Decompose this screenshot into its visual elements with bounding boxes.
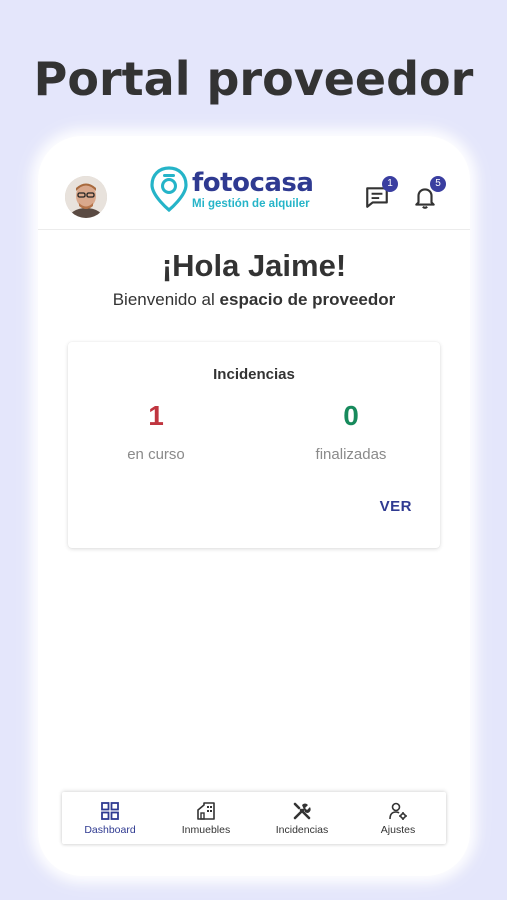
stat-in-progress: 1 en curso xyxy=(81,400,231,463)
avatar[interactable] xyxy=(65,176,107,218)
nav-label-incidencias: Incidencias xyxy=(275,824,329,836)
nav-item-dashboard[interactable]: Dashboard xyxy=(62,792,158,844)
greeting-title: ¡Hola Jaime! xyxy=(161,248,347,283)
nav-item-inmuebles[interactable]: Inmuebles xyxy=(158,792,254,844)
card-title: Incidencias xyxy=(213,366,295,383)
logo-subtitle: Mi gestión de alquiler xyxy=(192,198,310,210)
user-settings-icon xyxy=(389,802,407,820)
messages-button[interactable]: 1 xyxy=(364,176,398,210)
welcome-bold: espacio de proveedor xyxy=(219,290,396,309)
dashboard-icon xyxy=(101,802,119,820)
finished-count: 0 xyxy=(343,400,359,431)
welcome-prefix: Bienvenido al xyxy=(112,290,220,309)
welcome-text: Bienvenido al espacio de proveedor xyxy=(38,290,470,310)
tools-icon xyxy=(293,802,311,820)
bottom-nav: Dashboard Inmuebles Incidencias Ajustes xyxy=(62,792,446,844)
messages-badge: 1 xyxy=(382,176,398,192)
notifications-badge: 5 xyxy=(430,176,446,192)
nav-item-ajustes[interactable]: Ajustes xyxy=(350,792,446,844)
phone-frame: fotocasa Mi gestión de alquiler 1 5 ¡Hol… xyxy=(38,136,470,876)
nav-label-ajustes: Ajustes xyxy=(380,824,416,836)
promo-title: Portal proveedor xyxy=(33,52,474,106)
logo-text: fotocasa xyxy=(192,168,314,198)
nav-label-dashboard: Dashboard xyxy=(84,824,136,836)
nav-label-inmuebles: Inmuebles xyxy=(181,824,231,836)
app-header: fotocasa Mi gestión de alquiler 1 5 xyxy=(38,136,470,230)
in-progress-count: 1 xyxy=(148,400,164,431)
incidencias-card: Incidencias 1 en curso 0 finalizadas VER xyxy=(68,342,440,548)
stat-finished: 0 finalizadas xyxy=(276,400,426,463)
location-pin-logo-icon xyxy=(150,166,188,212)
building-icon xyxy=(197,802,215,820)
nav-item-incidencias[interactable]: Incidencias xyxy=(254,792,350,844)
ver-button[interactable]: VER xyxy=(380,498,412,515)
in-progress-label: en curso xyxy=(127,446,185,463)
notifications-button[interactable]: 5 xyxy=(412,176,446,210)
finished-label: finalizadas xyxy=(315,446,387,463)
fotocasa-logo: fotocasa Mi gestión de alquiler xyxy=(150,166,330,212)
